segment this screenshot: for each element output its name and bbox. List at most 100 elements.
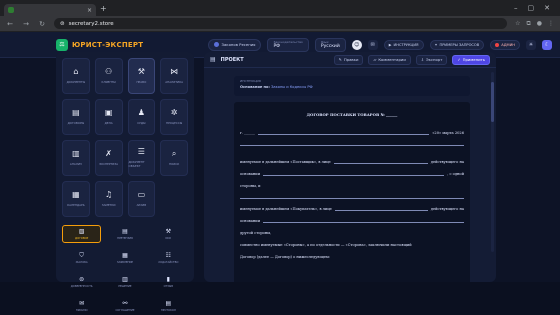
logo[interactable]: ⚖ ЮРИСТ-ЭКСПЕРТ xyxy=(56,38,143,51)
language-value: Русский xyxy=(320,44,340,49)
sidebar-tool-label: ХОДАТАЙСТВО xyxy=(158,260,179,264)
sidebar-tool-label: ИСК xyxy=(165,236,172,240)
sidebar-card[interactable]: ▥ АНАЛИЗ xyxy=(62,140,90,176)
person-icon: ♟ xyxy=(137,108,145,117)
shield-icon: ⛉ xyxy=(79,251,84,259)
sidebar-card[interactable]: ⚇ КЛИЕНТЫ xyxy=(94,58,123,94)
protocol-icon: ▤ xyxy=(165,299,172,307)
site-info-icon[interactable]: ⊜ xyxy=(60,21,65,27)
sidebar-card[interactable]: ⌂ ДОКУМЕНТЫ xyxy=(62,58,90,94)
scrollbar-thumb[interactable] xyxy=(491,82,494,122)
sidebar-tool[interactable]: ▦ ЗАЯВЛЕНИЕ xyxy=(105,249,144,267)
extensions-icon[interactable]: ⧉ xyxy=(526,20,530,28)
main-title: ПРОЕКТ xyxy=(220,56,244,63)
sidebar-tool-grid: ▧ ДОГОВОР ▤ ПРЕТЕНЗИЯ ⚒ ИСК ⛉ ЖАЛОБА ▦ ЗАЯВЛЕНИЕ ☷… xyxy=(62,225,188,315)
document-meta: ИНСТРУКЦИЯ Основание по: Законы и Кодекс… xyxy=(234,76,470,96)
user-pill[interactable]: Законов Ресения xyxy=(207,38,262,51)
legislation-select[interactable]: Законодательство РФ xyxy=(267,37,309,52)
sidebar-card[interactable]: ▦ КАЛЕНДАРЬ xyxy=(62,181,90,217)
address-bar[interactable]: ⊜ secretary2.store xyxy=(54,18,508,29)
sidebar-tool[interactable]: ▥ РЕШЕНИЕ xyxy=(105,273,144,291)
maximize-icon[interactable]: ▢ xyxy=(528,4,535,12)
favicon-icon xyxy=(8,7,14,13)
doc-title: ДОГОВОР ПОСТАВКИ ТОВАРОВ № ______ xyxy=(306,112,398,117)
user-pill-label: Законов Ресения xyxy=(221,42,256,47)
sidebar-tool[interactable]: ⊜ ДОВЕРЕННОСТЬ xyxy=(62,273,101,291)
back-icon[interactable]: ← xyxy=(6,20,14,28)
handshake-icon: ⚯ xyxy=(122,299,128,307)
sidebar-tool-label: ПРОТОКОЛ xyxy=(160,308,176,312)
doc-date: «20» марта 2026 xyxy=(432,131,464,135)
meta-link[interactable]: Законы и Кодексы РФ xyxy=(271,85,313,89)
sidebar-card-label: АНАЛИЗ xyxy=(69,162,82,166)
music-icon: ♫ xyxy=(105,190,113,199)
sidebar-tool[interactable]: ▤ ПРОТОКОЛ xyxy=(149,297,188,315)
examples-chip-label: ПРИМЕРЫ ЗАПРОСОВ xyxy=(439,42,480,47)
sidebar-tool[interactable]: ⚯ СОГЛАШЕНИЕ xyxy=(105,297,144,315)
sidebar-card[interactable]: ✗ ЭКСПЕРТИЗА xyxy=(94,140,123,176)
sidebar-card[interactable]: ▣ ДЕЛА xyxy=(94,99,123,135)
chat-icon[interactable]: ✉ xyxy=(367,39,378,50)
sidebar-card-label: КЛИЕНТЫ xyxy=(101,80,116,84)
menu-icon[interactable]: ⋮ xyxy=(548,20,554,28)
doc-p2b: , с одной xyxy=(447,172,464,176)
main-panel: ▤ ПРОЕКТ ✎ Правки ▱ Комментарии ⇩ Экспорт ✓… xyxy=(204,52,496,282)
list-icon: ☷ xyxy=(165,251,172,259)
export-button[interactable]: ⇩ Экспорт xyxy=(415,54,448,65)
reload-icon[interactable]: ↻ xyxy=(38,20,46,28)
doc-icon: ▤ xyxy=(210,56,216,63)
document-scrollbar[interactable] xyxy=(491,72,494,252)
sidebar-tool[interactable]: ✉ ПИСЬМО xyxy=(62,297,101,315)
minimize-icon[interactable]: – xyxy=(514,4,518,12)
mail-icon: ✉ xyxy=(79,299,85,307)
sidebar-card[interactable]: ♫ ЗАМЕТКИ xyxy=(94,181,123,217)
examples-chip[interactable]: ✦ ПРИМЕРЫ ЗАПРОСОВ xyxy=(429,39,485,50)
avatar[interactable]: ☺ xyxy=(351,39,362,50)
browser-tab[interactable]: × xyxy=(4,4,96,16)
doc-line-4: именуемое в дальнейшем «Покупатель», в л… xyxy=(240,207,464,211)
calendar-icon: ▦ xyxy=(72,190,80,199)
sidebar-tool[interactable]: ▮ ОТЗЫВ xyxy=(149,273,188,291)
admin-chip[interactable]: АДМИН xyxy=(490,39,520,50)
close-tab-icon[interactable]: × xyxy=(87,7,92,14)
sidebar-tool[interactable]: ▧ ДОГОВОР xyxy=(62,225,102,243)
comments-button[interactable]: ▱ Комментарии xyxy=(368,54,411,65)
forward-icon[interactable]: → xyxy=(22,20,30,28)
theme-icon[interactable]: ☀ xyxy=(526,39,536,50)
sidebar-tool[interactable]: ⛉ ЖАЛОБА xyxy=(62,249,101,267)
sidebar-tool[interactable]: ⚒ ИСК xyxy=(149,225,188,243)
sidebar-card[interactable]: ▭ АРХИВ xyxy=(127,181,156,217)
edit-button[interactable]: ✎ Правки xyxy=(333,54,364,65)
bookmark-icon[interactable]: ☆ xyxy=(515,20,520,28)
sidebar-tool[interactable]: ▤ ПРЕТЕНЗИЯ xyxy=(105,225,144,243)
doc-p7: совместно именуемые «Стороны», а по отде… xyxy=(240,243,412,247)
sidebar-card[interactable]: ✲ ПРОЦЕССЫ xyxy=(160,99,188,135)
sidebar-card[interactable]: ☰ ДОКУМЕНТ ОБЪЕКТ xyxy=(127,140,156,176)
sidebar-card[interactable]: ⋈ АНАЛИТИКА xyxy=(160,58,188,94)
browser-tabstrip: × + – ▢ ✕ xyxy=(0,0,560,16)
sidebar-tool[interactable]: ☷ ХОДАТАЙСТВО xyxy=(149,249,188,267)
gavel-icon: ⚒ xyxy=(137,67,145,76)
sidebar-card[interactable]: ▤ ДОГОВОРЫ xyxy=(62,99,90,135)
doc-p4b: действующего на xyxy=(430,207,464,211)
sidebar-tool-label: ДОГОВОР xyxy=(75,236,89,240)
language-select[interactable]: Язык Русский xyxy=(314,37,346,52)
user-dot-icon xyxy=(213,42,219,47)
briefcase-icon: ▣ xyxy=(104,108,113,117)
apply-button[interactable]: ✓ Применить xyxy=(452,54,490,65)
meta-label: ИНСТРУКЦИЯ xyxy=(240,79,261,83)
new-tab-icon[interactable]: + xyxy=(100,4,107,13)
sidebar-card[interactable]: ♟ СУДЫ xyxy=(127,99,156,135)
doc-p4: именуемое в дальнейшем «Покупатель», в л… xyxy=(240,207,332,211)
browser-actions: ☆ ⧉ ● ⋮ xyxy=(515,20,554,28)
admin-dot-icon xyxy=(495,42,500,47)
instructions-chip[interactable]: ▶ ИНСТРУКЦИЯ xyxy=(383,39,424,50)
tools-icon: ✗ xyxy=(105,149,112,158)
logo-icon: ⚖ xyxy=(56,38,68,51)
profile-icon[interactable]: ● xyxy=(537,20,542,28)
close-window-icon[interactable]: ✕ xyxy=(544,4,550,12)
sidebar-card[interactable]: ⚒ ПРАВО xyxy=(127,58,156,94)
sidebar-card[interactable]: ⌕ ПОИСК xyxy=(160,140,188,176)
dark-mode-icon[interactable]: ☾ xyxy=(542,39,552,50)
document-paper[interactable]: ДОГОВОР ПОСТАВКИ ТОВАРОВ № ______ г. ___… xyxy=(234,102,470,282)
